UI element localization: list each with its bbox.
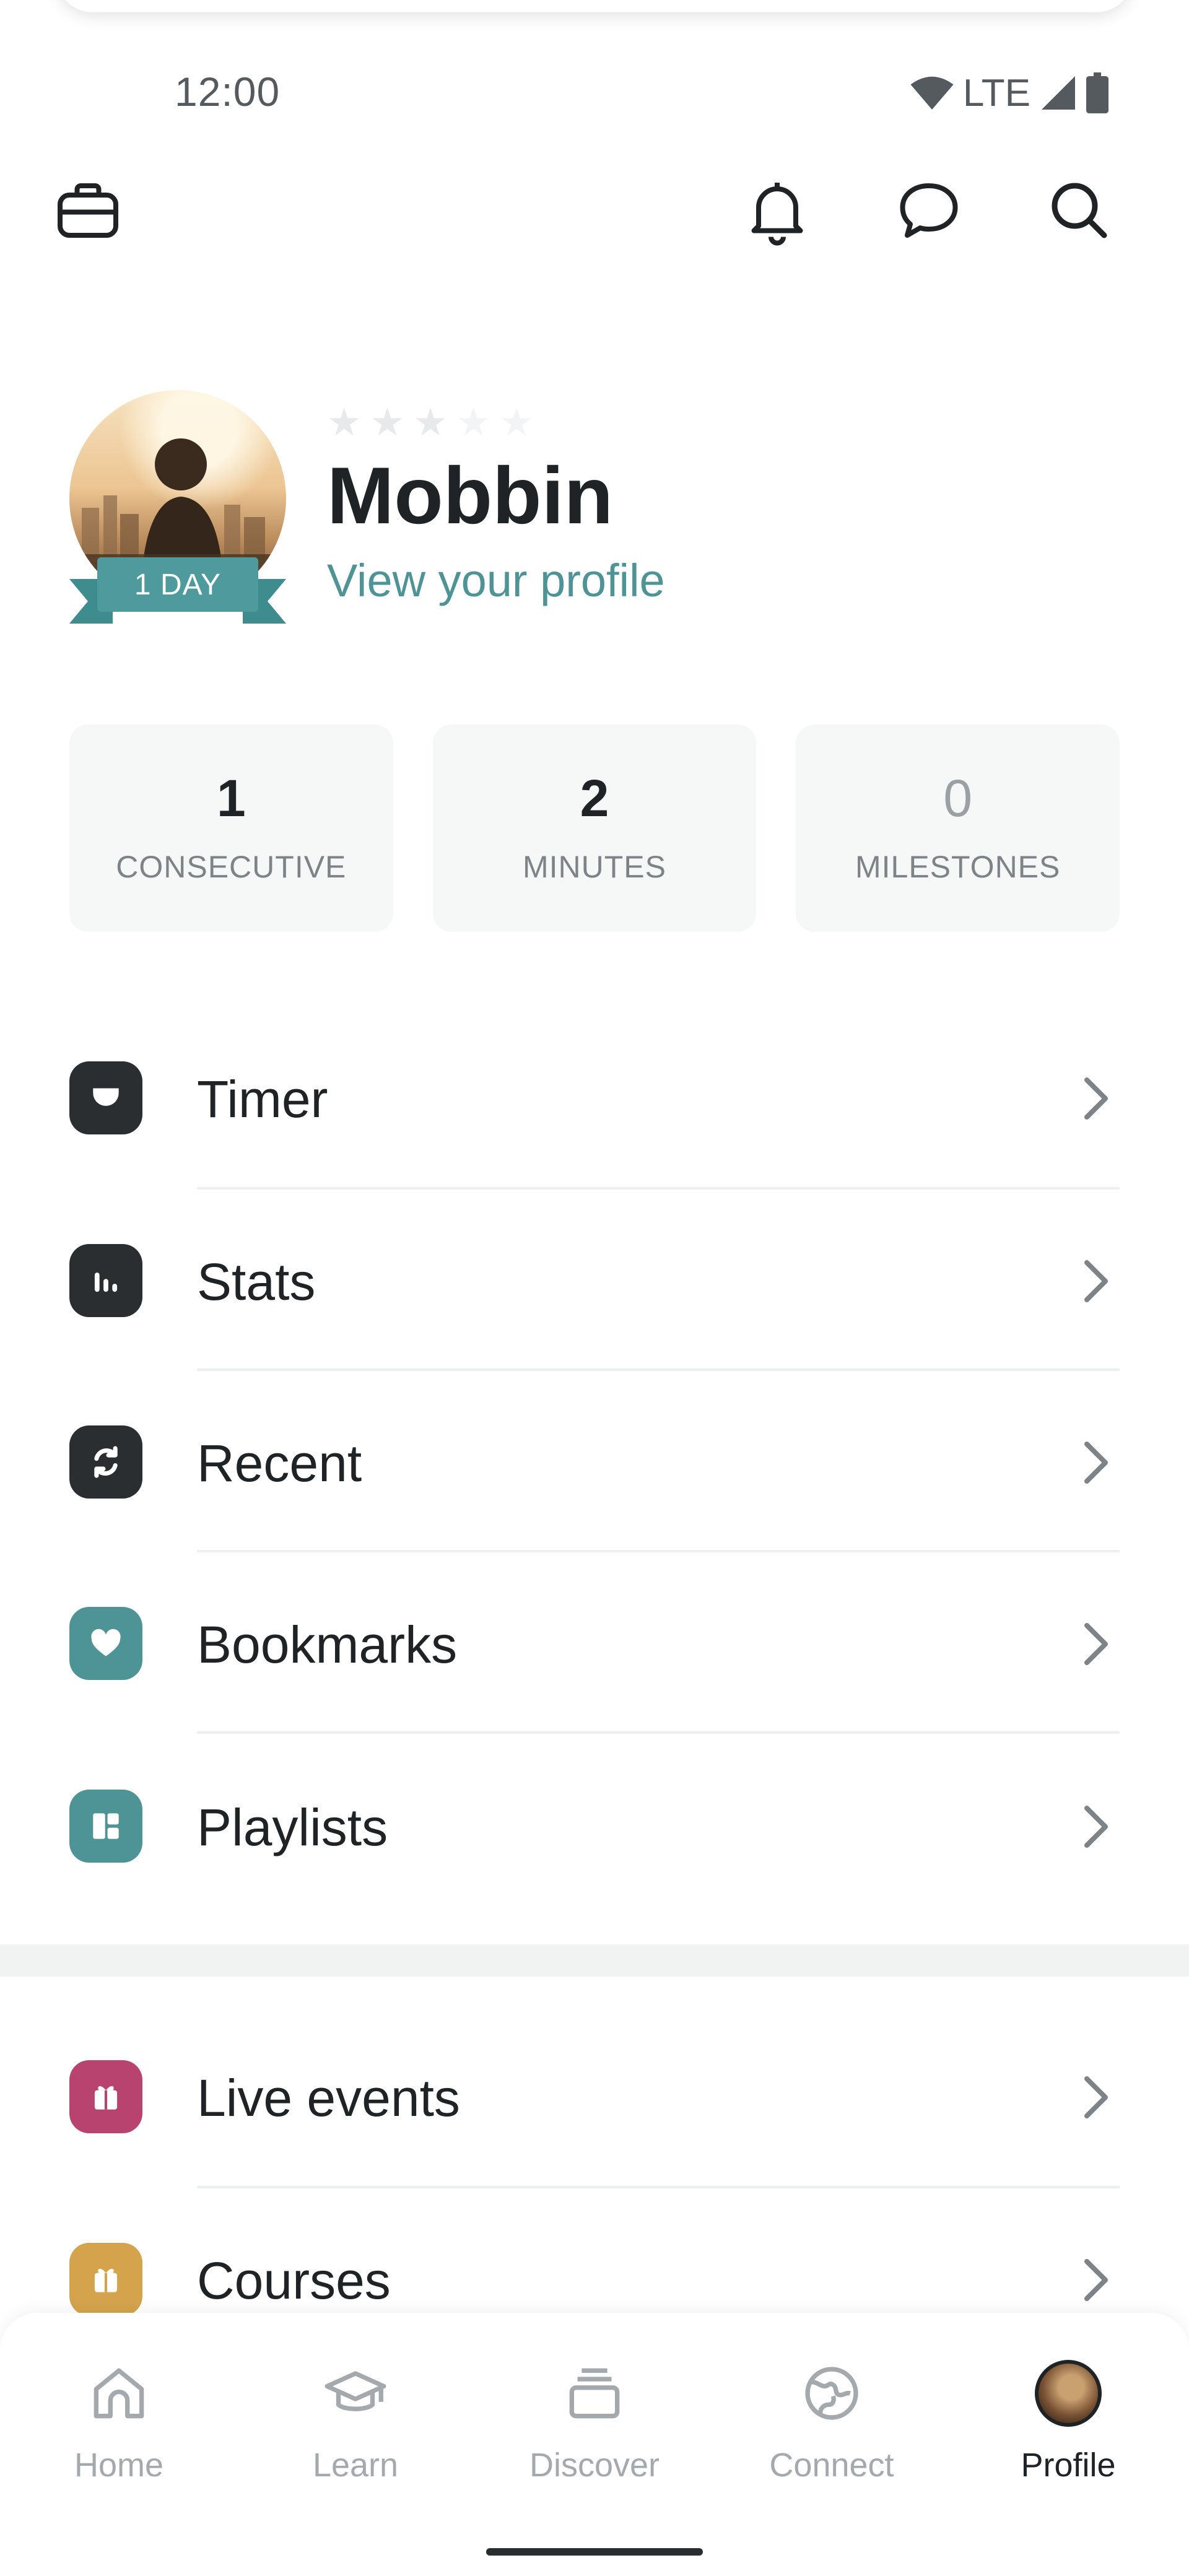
menu-item-label: Bookmarks [197,1616,458,1674]
notification-sliver [56,0,1133,12]
globe-icon [795,2356,869,2430]
refresh-icon [69,1425,142,1499]
stat-card-milestones[interactable]: 0 MILESTONES [796,724,1120,932]
menu-item-playlists[interactable]: Playlists [0,1733,1189,1915]
menu-item-label: Courses [197,2252,391,2310]
stack-icon [557,2356,632,2430]
stat-value: 2 [580,768,609,827]
menu-item-label: Playlists [197,1798,388,1856]
nav-label: Profile [1021,2447,1116,2484]
stat-label: CONSECUTIVE [116,849,347,884]
nav-avatar [1035,2360,1102,2427]
signal-icon [1042,76,1075,110]
menu-item-recent[interactable]: Recent [0,1370,1189,1552]
menu-item-timer[interactable]: Timer [0,1007,1189,1189]
heart-icon [69,1607,142,1680]
nav-label: Learn [312,2447,399,2484]
stats-row: 1 CONSECUTIVE 2 MINUTES 0 MILESTONES [69,724,1120,932]
star-icon: ★ [413,401,448,444]
chevron-right-icon [1084,1623,1108,1665]
status-time: 12:00 [175,69,281,115]
view-profile-link[interactable]: View your profile [327,554,665,607]
profile-name: Mobbin [327,450,614,541]
star-icon: ★ [456,401,491,444]
nav-label: Discover [529,2447,660,2484]
profile-avatar[interactable]: 1 DAY [69,390,286,625]
menu-item-label: Recent [197,1434,362,1492]
battery-icon [1086,72,1108,113]
gift-icon [69,2243,142,2316]
playlist-icon [69,1790,142,1863]
graduation-cap-icon [318,2356,393,2430]
menu-item-live-events[interactable]: Live events [0,2006,1189,2188]
search-icon[interactable] [1042,173,1117,248]
stat-label: MINUTES [523,849,666,884]
menu-item-label: Timer [197,1070,328,1128]
nav-item-connect[interactable]: Connect [739,2356,925,2492]
gift-icon [69,2060,142,2133]
nav-label: Home [74,2447,164,2484]
briefcase-icon[interactable] [51,173,125,248]
nav-item-profile[interactable]: Profile [975,2356,1161,2492]
network-type: LTE [962,71,1030,115]
top-app-bar [0,173,1189,260]
wifi-icon [910,76,954,110]
nav-item-learn[interactable]: Learn [263,2356,448,2492]
bell-icon[interactable] [740,173,814,248]
star-icon: ★ [370,401,405,444]
menu-item-label: Live events [197,2069,460,2127]
chevron-right-icon [1084,1077,1108,1120]
menu-item-label: Stats [197,1253,316,1311]
stat-value: 1 [216,768,246,827]
stat-value: 0 [943,768,973,827]
timer-icon [69,1061,142,1134]
status-bar: 12:00 LTE [0,59,1189,121]
menu-item-bookmarks[interactable]: Bookmarks [0,1552,1189,1733]
chat-bubble-icon[interactable] [892,173,966,248]
chevron-right-icon [1084,1806,1108,1848]
bar-chart-icon [69,1244,142,1317]
stat-card-minutes[interactable]: 2 MINUTES [432,724,757,932]
status-icons: LTE [910,71,1108,115]
chevron-right-icon [1084,2076,1108,2118]
chevron-right-icon [1084,1442,1108,1484]
chevron-right-icon [1084,2259,1108,2301]
stat-label: MILESTONES [855,849,1061,884]
profile-avatar-icon [1031,2356,1105,2430]
section-divider [0,1944,1189,1977]
streak-badge: 1 DAY [97,557,258,612]
home-icon [82,2356,156,2430]
home-indicator [486,2548,703,2556]
star-icon: ★ [499,401,534,444]
nav-item-discover[interactable]: Discover [502,2356,687,2492]
stat-card-consecutive[interactable]: 1 CONSECUTIVE [69,724,393,932]
star-rating: ★ ★ ★ ★ ★ [327,404,534,442]
bottom-navigation: Home Learn Discover Connect Profile [0,2313,1189,2576]
chevron-right-icon [1084,1260,1108,1302]
nav-item-home[interactable]: Home [26,2356,212,2492]
menu-item-stats[interactable]: Stats [0,1189,1189,1370]
nav-label: Connect [769,2447,894,2484]
star-icon: ★ [327,401,362,444]
